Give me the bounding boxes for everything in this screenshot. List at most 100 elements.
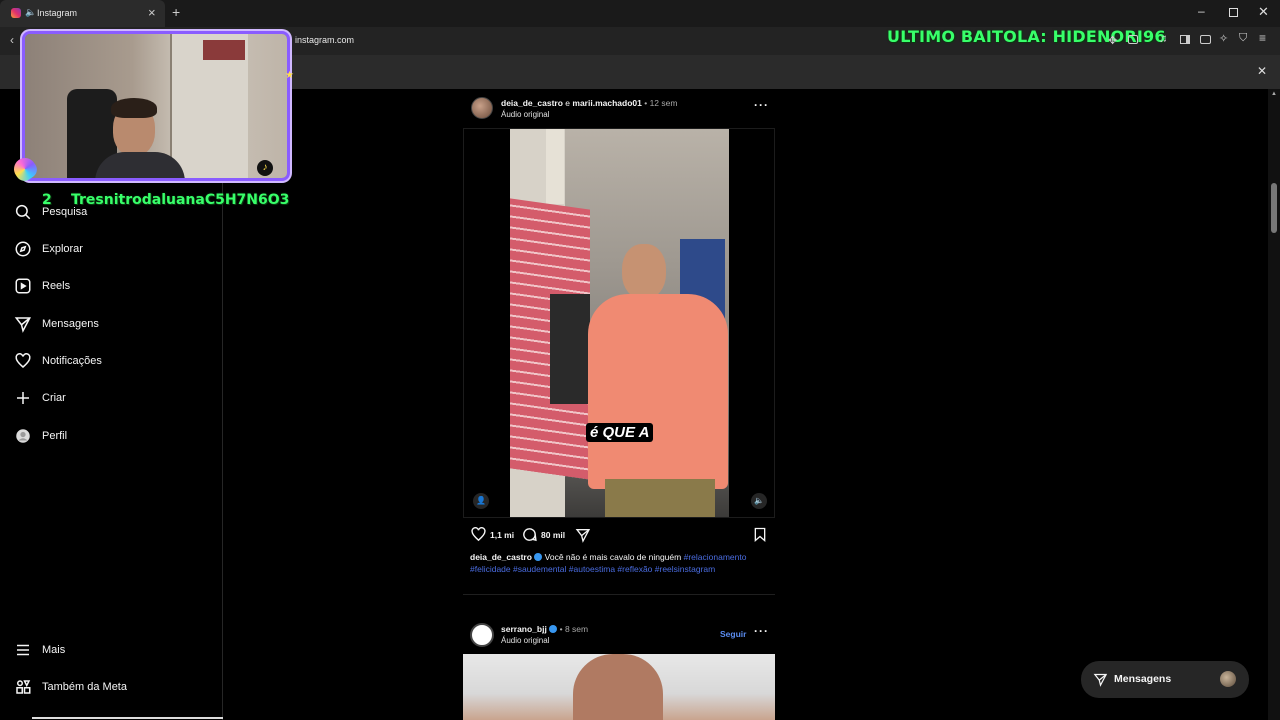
post2-username[interactable]: serrano_bjj xyxy=(501,624,547,634)
instagram-sidebar: Pesquisa Explorar Reels Mensagens Notifi… xyxy=(0,89,262,720)
plus-icon xyxy=(17,392,29,404)
webcam-overlay: ♪ xyxy=(22,31,290,181)
send-icon xyxy=(14,317,31,333)
post-divider xyxy=(463,594,775,595)
sidebar-item-label: Criar xyxy=(42,392,66,404)
post2-video[interactable] xyxy=(463,654,775,720)
reels-icon xyxy=(15,278,31,294)
menu-icon xyxy=(17,644,29,656)
like-count[interactable]: 1,1 mi xyxy=(490,530,514,540)
music-icon[interactable]: ♫ xyxy=(1159,33,1167,45)
scrollbar-up-arrow[interactable]: ▲ xyxy=(1271,91,1277,97)
overlay-top-banner: ULTIMO BAITOLA: HIDENORI96 xyxy=(887,27,1166,46)
post2-audio[interactable]: Áudio original xyxy=(501,636,549,645)
post-time: 12 sem xyxy=(649,98,678,108)
tagged-user-icon[interactable]: 👤 xyxy=(473,493,489,509)
tab-search-icon[interactable] xyxy=(1128,35,1138,44)
post-dot: • xyxy=(644,98,648,108)
comment-count[interactable]: 80 mil xyxy=(541,530,565,540)
post2-dot: • xyxy=(559,624,563,634)
sidebar-item-label: Mensagens xyxy=(42,318,99,330)
back-icon[interactable]: ‹ xyxy=(10,33,14,47)
post-header-names: deia_de_castro e marii.machado01 • 12 se… xyxy=(501,98,677,108)
webcam-person-body xyxy=(95,152,185,178)
send-icon xyxy=(1093,673,1108,687)
sidebar-item-mensagens[interactable]: Mensagens xyxy=(14,312,99,336)
caption-hashtag[interactable]: #relacionamento xyxy=(684,552,747,562)
instagram-favicon-icon xyxy=(11,8,21,18)
overlay-ticker: TresnitrodaluanaC5H7N6O3 xyxy=(71,192,290,208)
url-text[interactable]: instagram.com xyxy=(295,35,354,45)
sidebar-item-tambem-da-meta[interactable]: Também da Meta xyxy=(14,675,127,699)
restore-button[interactable] xyxy=(1229,8,1238,17)
caption-text: Você não é mais cavalo de ninguém xyxy=(544,552,682,562)
post-username[interactable]: deia_de_castro xyxy=(501,98,563,108)
sidebar-item-notificacoes[interactable]: Notificações xyxy=(14,349,102,373)
post2-time: 8 sem xyxy=(564,624,589,634)
page-scrollbar[interactable]: ▲ xyxy=(1268,89,1280,720)
post-audio[interactable]: Áudio original xyxy=(501,110,549,119)
browser-titlebar: 🔈 Instagram × + – ✕ xyxy=(0,0,1280,27)
post-username-2[interactable]: marii.machado01 xyxy=(572,98,641,108)
video-arm xyxy=(573,654,663,720)
post-connector: e xyxy=(565,98,571,108)
webcam-poster xyxy=(203,40,245,60)
scrollbar-thumb[interactable] xyxy=(1271,183,1277,233)
post-options-icon[interactable]: ··· xyxy=(754,98,769,112)
sidebar-item-label: Explorar xyxy=(42,243,83,255)
webcam-person-hair xyxy=(111,98,157,118)
minimize-button[interactable]: – xyxy=(1198,4,1205,18)
caption-hashtags[interactable]: #felicidade #saudemental #autoestima #re… xyxy=(470,564,715,574)
sidebar-item-label: Reels xyxy=(42,280,71,292)
messages-floating-button[interactable]: Mensagens xyxy=(1081,661,1249,698)
shield-icon[interactable]: ⛉ xyxy=(1239,32,1247,45)
search-icon xyxy=(15,204,31,220)
messages-avatar xyxy=(1220,671,1236,687)
video-person-head xyxy=(622,244,666,299)
post2-avatar[interactable] xyxy=(470,623,494,647)
tab-title: Instagram xyxy=(37,8,78,18)
sidebar-item-perfil[interactable]: Perfil xyxy=(14,424,67,448)
video-pillar xyxy=(546,129,564,204)
save-icon[interactable] xyxy=(752,526,768,543)
browser-tab[interactable]: 🔈 Instagram × xyxy=(0,0,165,27)
browser-menu-icon[interactable]: ≡ xyxy=(1259,31,1266,45)
meta-icon xyxy=(16,680,31,694)
sidebar-item-label: Notificações xyxy=(42,355,102,367)
sidebar-item-explorar[interactable]: Explorar xyxy=(14,237,83,261)
sidebar-item-mais[interactable]: Mais xyxy=(14,638,65,662)
avatar-icon xyxy=(16,429,30,443)
like-icon[interactable] xyxy=(470,526,487,543)
ai-icon[interactable]: ✧ xyxy=(1219,32,1228,45)
close-tab-icon[interactable]: × xyxy=(148,5,156,20)
comment-icon[interactable] xyxy=(521,526,538,543)
video-frame xyxy=(510,129,729,517)
follow-button[interactable]: Seguir xyxy=(720,629,746,639)
sidebar-item-reels[interactable]: Reels xyxy=(14,274,70,298)
feed: deia_de_castro e marii.machado01 • 12 se… xyxy=(223,89,1268,720)
close-infobar-icon[interactable]: ✕ xyxy=(1257,64,1267,78)
messages-label: Mensagens xyxy=(1114,673,1172,685)
sidebar-toggle-icon[interactable] xyxy=(1180,35,1190,44)
overlay-counter: 2 xyxy=(42,192,52,208)
sidebar-item-label: Também da Meta xyxy=(42,681,127,693)
new-tab-button[interactable]: + xyxy=(172,4,180,20)
sidebar-item-criar[interactable]: Criar xyxy=(14,386,66,410)
post-caption: deia_de_castro Você não é mais cavalo de… xyxy=(470,551,770,575)
video-oven-door xyxy=(550,294,590,404)
close-window-button[interactable]: ✕ xyxy=(1258,4,1269,20)
sidebar-item-label: Perfil xyxy=(42,430,68,442)
post2-options-icon[interactable]: ··· xyxy=(754,624,769,638)
share-icon[interactable] xyxy=(575,527,591,543)
verified-icon xyxy=(534,553,543,561)
video-person-shirt xyxy=(588,294,728,489)
extensions-icon[interactable]: ✥ xyxy=(1108,34,1117,47)
mute-icon[interactable]: 🔈 xyxy=(751,493,767,509)
post-avatar[interactable] xyxy=(471,97,493,119)
video-person-shorts xyxy=(605,479,715,517)
wallet-icon[interactable] xyxy=(1200,35,1211,44)
speaker-icon[interactable]: 🔈 xyxy=(25,7,36,18)
compass-icon xyxy=(15,241,31,257)
caption-username[interactable]: deia_de_castro xyxy=(470,552,532,562)
post-video[interactable]: é QUE A 👤 🔈 xyxy=(463,128,775,518)
